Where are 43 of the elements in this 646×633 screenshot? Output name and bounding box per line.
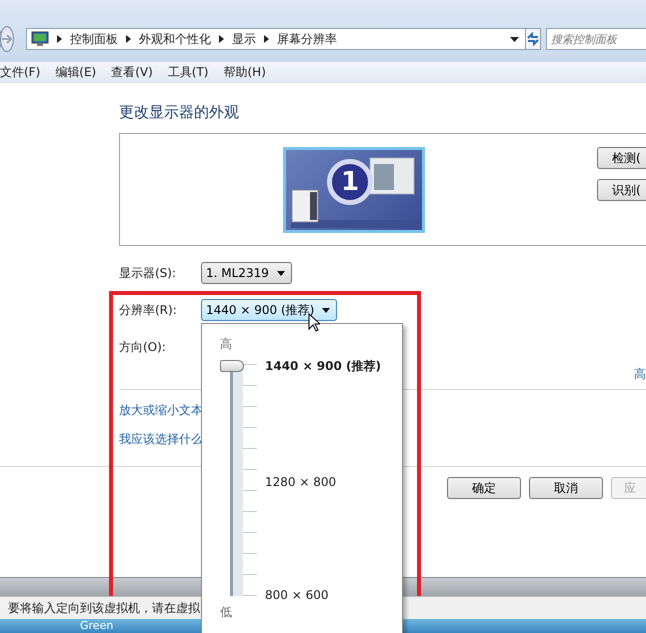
forward-button[interactable]: [0, 26, 14, 52]
chevron-icon: [219, 35, 224, 43]
breadcrumb-item[interactable]: 控制面板: [70, 30, 118, 48]
menu-item[interactable]: 工具(T): [168, 64, 208, 80]
forward-arrow-icon: [1, 34, 13, 44]
field-label: 显示器(S):: [119, 264, 178, 282]
page-heading: 更改显示器的外观: [119, 103, 240, 123]
field-label: 分辨率(R):: [119, 302, 178, 318]
monitor-thumbnail[interactable]: 1: [283, 147, 425, 233]
address-bar[interactable]: 控制面板 外观和个性化 显示 屏幕分辨率: [26, 28, 526, 50]
dropdown-caret-icon: [322, 308, 330, 312]
status-message: 要将输入定向到该虚拟机，请在虚拟: [8, 600, 200, 616]
slider-thumb[interactable]: [220, 360, 244, 372]
breadcrumb-item[interactable]: 显示: [232, 30, 256, 48]
resolution-option[interactable]: 1440 × 900 (推荐): [265, 358, 382, 375]
slider-end-label: 低: [220, 604, 233, 620]
dialog-button[interactable]: 确定: [447, 477, 521, 499]
display-number: 1: [327, 159, 373, 205]
advanced-settings-link[interactable]: 高: [634, 366, 646, 383]
breadcrumb-item[interactable]: 屏幕分辨率: [277, 30, 337, 48]
menu-item[interactable]: 文件(F): [0, 64, 40, 80]
preview-button[interactable]: 检测(: [597, 147, 646, 169]
slider-end-label: 高: [220, 336, 233, 352]
chevron-icon: [126, 35, 131, 43]
dropdown-caret-icon: [276, 270, 285, 276]
menu-item[interactable]: 编辑(E): [55, 64, 96, 80]
breadcrumb-item[interactable]: 外观和个性化: [139, 30, 211, 48]
field-label: 方向(O):: [119, 338, 167, 356]
resolution-option[interactable]: 1280 × 800: [265, 474, 382, 488]
search-field[interactable]: 搜索控制面板: [546, 28, 646, 50]
chevron-icon: [57, 35, 62, 43]
refresh-arrows-icon: [526, 32, 540, 46]
chevron-icon: [264, 35, 269, 43]
resolution-option[interactable]: 800 × 600: [265, 588, 382, 602]
monitor-icon: [31, 31, 49, 47]
dropdown[interactable]: 1. ML2319: [201, 262, 292, 284]
menu-item[interactable]: 帮助(H): [224, 64, 266, 80]
refresh-button[interactable]: [525, 28, 541, 50]
dialog-button[interactable]: 取消: [529, 477, 603, 499]
preview-button[interactable]: 识别(: [597, 179, 646, 201]
dropdown[interactable]: 1440 × 900 (推荐): [201, 299, 338, 321]
menu-item[interactable]: 查看(V): [111, 64, 153, 80]
dropdown-caret-icon: [510, 36, 519, 42]
